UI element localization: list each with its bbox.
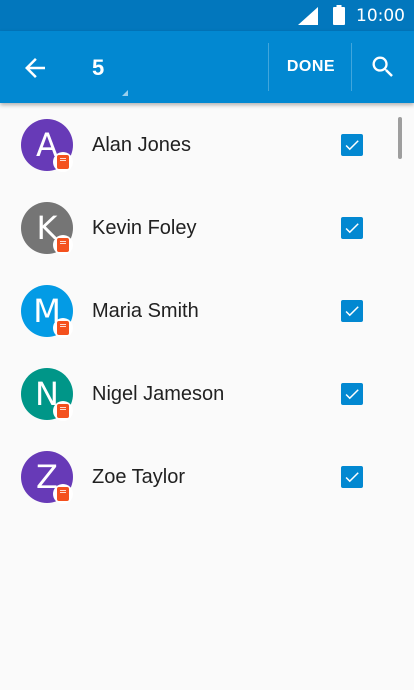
toolbar-divider — [351, 43, 352, 91]
arrow-back-icon[interactable] — [20, 53, 50, 83]
sim-card-icon — [53, 235, 73, 255]
contact-checkbox[interactable] — [341, 300, 363, 322]
checkmark-icon — [345, 472, 359, 483]
selected-count[interactable]: 5 — [92, 55, 104, 81]
toolbar-divider — [268, 43, 269, 91]
checkmark-icon — [345, 389, 359, 400]
sim-card-icon — [53, 152, 73, 172]
contact-checkbox[interactable] — [341, 466, 363, 488]
contact-row[interactable]: N Nigel Jameson — [0, 352, 414, 435]
signal-icon — [298, 7, 318, 25]
contact-name: Maria Smith — [92, 300, 199, 322]
checkmark-icon — [345, 140, 359, 151]
search-icon[interactable] — [369, 53, 397, 81]
scrollbar[interactable] — [398, 117, 402, 159]
status-bar: 10:00 — [0, 0, 414, 31]
contact-checkbox[interactable] — [341, 134, 363, 156]
contact-row[interactable]: M Maria Smith — [0, 269, 414, 352]
contact-name: Alan Jones — [92, 134, 191, 156]
sim-card-icon — [53, 484, 73, 504]
sim-card-icon — [53, 401, 73, 421]
contact-checkbox[interactable] — [341, 217, 363, 239]
checkmark-icon — [345, 306, 359, 317]
contact-checkbox[interactable] — [341, 383, 363, 405]
contact-name: Zoe Taylor — [92, 466, 186, 488]
status-time: 10:00 — [356, 6, 405, 26]
dropdown-indicator-icon — [122, 90, 128, 96]
done-button[interactable]: DONE — [272, 43, 350, 91]
selection-toolbar: 5 DONE — [0, 31, 414, 103]
checkmark-icon — [345, 223, 359, 234]
contact-row[interactable]: Z Zoe Taylor — [0, 435, 414, 518]
sim-card-icon — [53, 318, 73, 338]
contact-name: Nigel Jameson — [92, 383, 225, 405]
contact-list: A Alan Jones K Kevin Foley M Maria Smith… — [0, 103, 414, 518]
contact-row[interactable]: K Kevin Foley — [0, 186, 414, 269]
contact-row[interactable]: A Alan Jones — [0, 103, 414, 186]
battery-icon — [333, 5, 345, 25]
contact-name: Kevin Foley — [92, 217, 197, 239]
